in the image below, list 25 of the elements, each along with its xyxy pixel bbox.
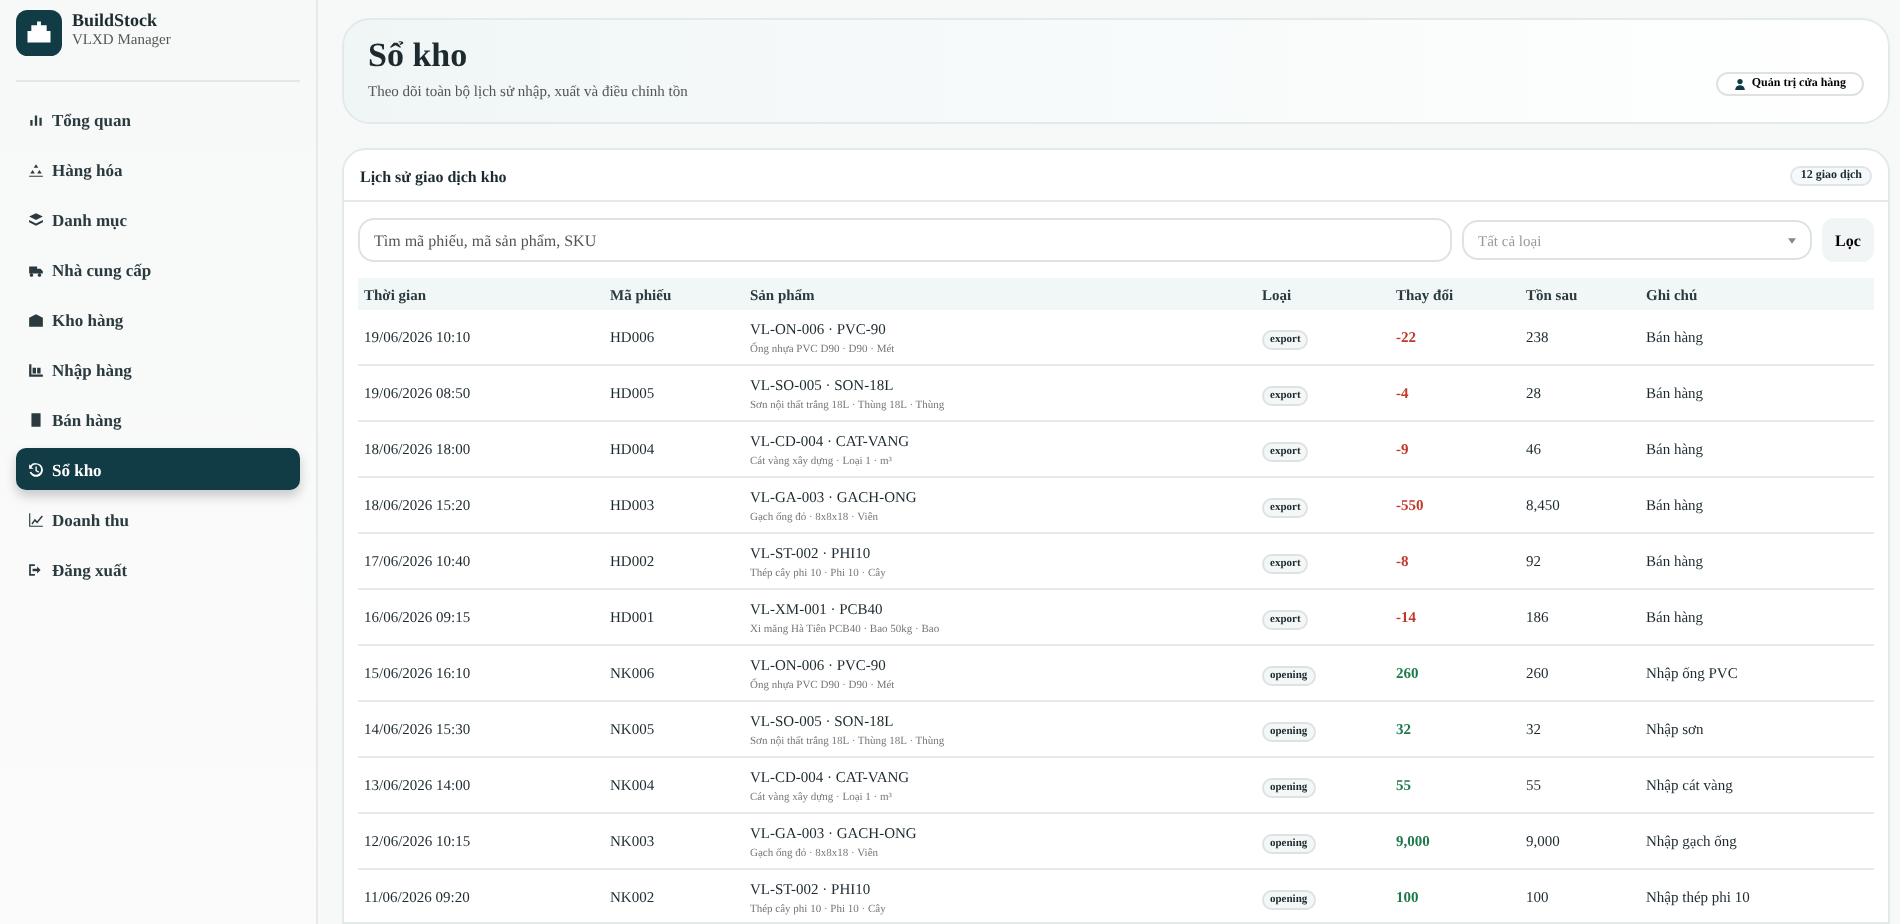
logout-icon [28,561,44,577]
nav-item[interactable]: Hàng hóa [16,148,300,190]
warehouse-icon [28,311,44,327]
truck-icon [28,261,44,277]
nav-item[interactable]: Tổng quan [16,98,300,140]
nav-item[interactable]: Danh mục [16,198,300,240]
brand-logo-icon [16,10,62,56]
brand-name: BuildStock [72,10,160,30]
nav-item[interactable]: Doanh thu [16,498,300,540]
caret-icon [1788,237,1796,243]
search-field[interactable]: Tìm mã phiếu, mã sản phẩm, SKU [358,218,1452,262]
filter-button[interactable]: Lọc [1822,218,1874,262]
line-chart-icon [28,511,44,527]
chart-icon [28,111,44,127]
nav-item[interactable]: Sổ kho [16,448,300,490]
user-icon [1733,78,1746,90]
panel-title: Lịch sử giao dịch kho [360,167,507,185]
nav-item[interactable]: Kho hàng [16,298,300,340]
nav-item[interactable]: Đăng xuất [16,548,300,590]
page-title: Sổ kho [368,36,470,76]
layers-icon [28,211,44,227]
nav-item[interactable]: Nhập hàng [16,348,300,390]
nav-item[interactable]: Nhà cung cấp [16,248,300,290]
nav-item[interactable]: Bán hàng [16,398,300,440]
history-icon [28,461,44,477]
